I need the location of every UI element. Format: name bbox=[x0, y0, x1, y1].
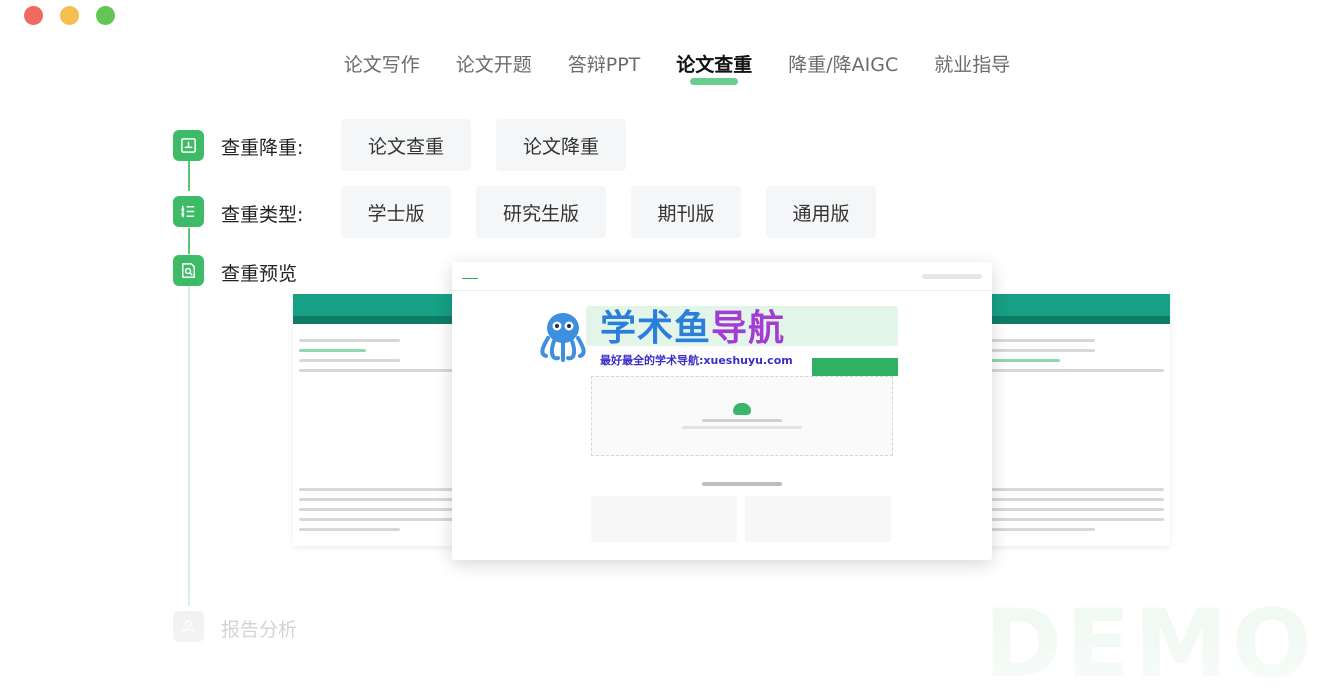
report-preview-right bbox=[985, 294, 1170, 546]
window-controls bbox=[24, 6, 115, 25]
mock-card bbox=[591, 496, 737, 542]
mock-tab bbox=[812, 358, 898, 376]
tab-reduce-aigc[interactable]: 降重/降AIGC bbox=[788, 48, 898, 79]
report-subheader bbox=[293, 316, 473, 324]
search-document-icon bbox=[173, 255, 204, 286]
list-settings-icon bbox=[173, 196, 204, 227]
option-bachelor[interactable]: 学士版 bbox=[341, 186, 451, 238]
maximize-window-button[interactable] bbox=[96, 6, 115, 25]
step-connector bbox=[188, 161, 190, 191]
option-graduate[interactable]: 研究生版 bbox=[476, 186, 606, 238]
option-paper-reduce[interactable]: 论文降重 bbox=[496, 119, 626, 171]
demo-watermark: DEMO bbox=[984, 590, 1316, 699]
logo-title: 学术鱼导航 bbox=[600, 308, 786, 349]
report-subheader bbox=[985, 316, 1170, 324]
option-paper-check[interactable]: 论文查重 bbox=[341, 119, 471, 171]
report-header bbox=[985, 294, 1170, 316]
step-label-type: 查重类型: bbox=[221, 204, 304, 226]
logo-subtitle: 最好最全的学术导航:xueshuyu.com bbox=[600, 354, 793, 367]
report-preview-left bbox=[293, 294, 473, 546]
mock-card bbox=[745, 496, 891, 542]
tab-defense-ppt[interactable]: 答辩PPT bbox=[568, 48, 641, 79]
mock-section-title bbox=[586, 482, 898, 486]
top-nav: 论文写作 论文开题 答辩PPT 论文查重 降重/降AIGC 就业指导 bbox=[0, 48, 1338, 85]
step-connector bbox=[188, 228, 190, 254]
close-window-button[interactable] bbox=[24, 6, 43, 25]
cloud-upload-icon bbox=[733, 403, 751, 415]
tab-career-guide[interactable]: 就业指导 bbox=[934, 48, 1010, 79]
app-preview-screenshot bbox=[452, 262, 992, 560]
option-general[interactable]: 通用版 bbox=[766, 186, 876, 238]
option-journal[interactable]: 期刊版 bbox=[631, 186, 741, 238]
mock-upload-area bbox=[591, 376, 893, 456]
step-label-report: 报告分析 bbox=[221, 619, 298, 641]
report-header bbox=[293, 294, 473, 316]
user-report-icon bbox=[173, 611, 204, 642]
step-label-preview: 查重预览 bbox=[221, 263, 298, 285]
octopus-logo-icon bbox=[540, 313, 586, 362]
step-label-dedup: 查重降重: bbox=[221, 137, 304, 159]
site-logo: 学术鱼导航 最好最全的学术导航:xueshuyu.com bbox=[534, 308, 793, 368]
tab-paper-writing[interactable]: 论文写作 bbox=[344, 48, 420, 79]
tab-proposal[interactable]: 论文开题 bbox=[456, 48, 532, 79]
mock-toolbar bbox=[452, 262, 992, 291]
tab-plagiarism-check[interactable]: 论文查重 bbox=[676, 48, 752, 85]
document-icon bbox=[173, 130, 204, 161]
minimize-window-button[interactable] bbox=[60, 6, 79, 25]
step-connector bbox=[188, 286, 190, 606]
